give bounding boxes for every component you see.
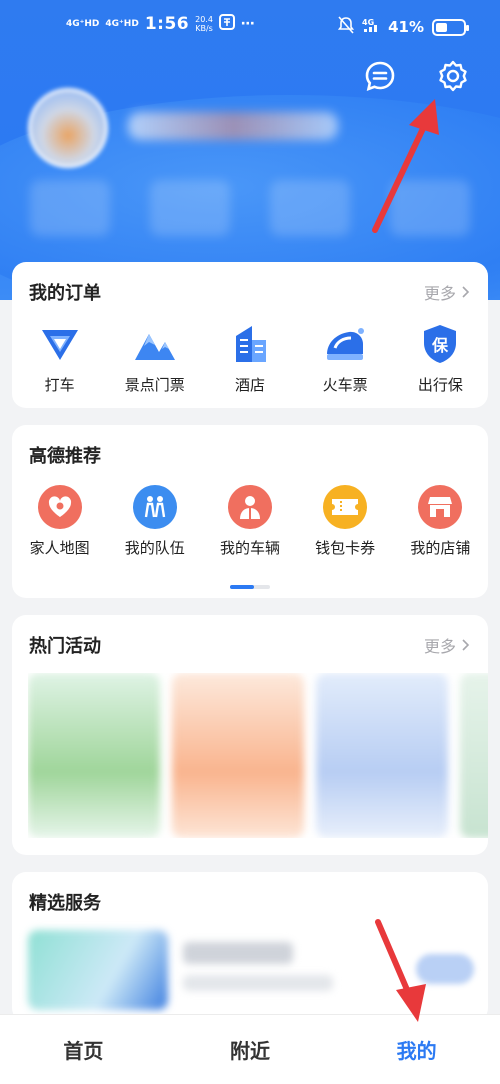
train-icon <box>327 328 365 360</box>
tab-home[interactable]: 首页 <box>0 1015 167 1084</box>
more-notifications: ⋯ <box>240 16 255 32</box>
battery-icon <box>432 18 469 36</box>
tab-nearby[interactable]: 附近 <box>167 1015 334 1084</box>
service-item-blurred[interactable] <box>28 930 474 1010</box>
network-speed: 20.4 KB/s <box>195 15 213 33</box>
shop-icon <box>418 485 463 529</box>
order-item-insurance[interactable]: 保 出行保 <box>393 322 488 395</box>
order-item-tickets[interactable]: 景点门票 <box>107 322 202 395</box>
recommend-item-shop[interactable]: 我的店铺 <box>393 485 488 558</box>
family-map-icon <box>37 485 82 529</box>
hotel-icon <box>235 326 266 362</box>
carousel-pager <box>230 585 270 589</box>
bottom-tab-bar: 首页 附近 我的 <box>0 1014 500 1084</box>
services-card: 精选服务 <box>12 872 488 1022</box>
cellular-4g-icon: 4G <box>362 16 380 38</box>
recommend-card: 高德推荐 家人地图 我的队伍 我的车辆 钱包卡券 我的店铺 <box>12 425 488 598</box>
profile-header: 4G⁺HD 4G⁺HD 1:56 20.4 KB/s ⋯ 4G 41% <box>0 0 500 300</box>
activities-card: 热门活动 更多 <box>12 615 488 855</box>
activities-more-link[interactable]: 更多 <box>424 633 472 657</box>
services-title: 精选服务 <box>29 893 101 914</box>
mountain-ticket-icon <box>134 334 175 360</box>
recommend-title: 高德推荐 <box>29 446 101 467</box>
recommend-item-family-map[interactable]: 家人地图 <box>12 485 107 558</box>
settings-gear-icon[interactable] <box>435 58 471 94</box>
chevron-right-icon <box>462 639 470 651</box>
recommend-item-wallet[interactable]: 钱包卡券 <box>298 485 393 558</box>
orders-title: 我的订单 <box>29 283 101 304</box>
recommend-item-team[interactable]: 我的队伍 <box>107 485 202 558</box>
app-notification-icon <box>218 14 235 34</box>
team-icon <box>132 485 177 529</box>
signal-1: 4G⁺HD <box>66 19 100 29</box>
clock: 1:56 <box>144 14 190 34</box>
battery-percent: 41% <box>388 18 424 36</box>
svg-text:保: 保 <box>431 336 449 355</box>
recommend-item-vehicle[interactable]: 我的车辆 <box>202 485 297 558</box>
message-icon[interactable] <box>362 58 398 94</box>
order-item-hotel[interactable]: 酒店 <box>202 322 297 395</box>
order-item-taxi[interactable]: 打车 <box>12 322 107 395</box>
chevron-right-icon <box>462 286 470 298</box>
vehicle-icon <box>227 485 272 529</box>
wallet-coupon-icon <box>323 485 368 529</box>
taxi-icon <box>41 330 78 360</box>
order-item-train[interactable]: 火车票 <box>298 322 393 395</box>
orders-card: 我的订单 更多 打车 景点门票 酒店 火车票 保 出行保 <box>12 262 488 408</box>
mute-icon <box>337 16 355 38</box>
signal-2: 4G⁺HD <box>105 19 139 29</box>
tab-mine[interactable]: 我的 <box>333 1015 500 1084</box>
insurance-shield-icon: 保 <box>424 325 457 363</box>
orders-more-link[interactable]: 更多 <box>424 280 472 304</box>
avatar[interactable] <box>28 88 108 168</box>
username-blurred <box>128 112 338 140</box>
profile-stats-blurred <box>30 180 470 236</box>
activity-carousel-blurred[interactable] <box>28 673 488 838</box>
svg-text:4G: 4G <box>362 18 374 27</box>
status-bar: 4G⁺HD 4G⁺HD 1:56 20.4 KB/s ⋯ 4G 41% <box>0 14 500 42</box>
activities-title: 热门活动 <box>29 636 101 657</box>
